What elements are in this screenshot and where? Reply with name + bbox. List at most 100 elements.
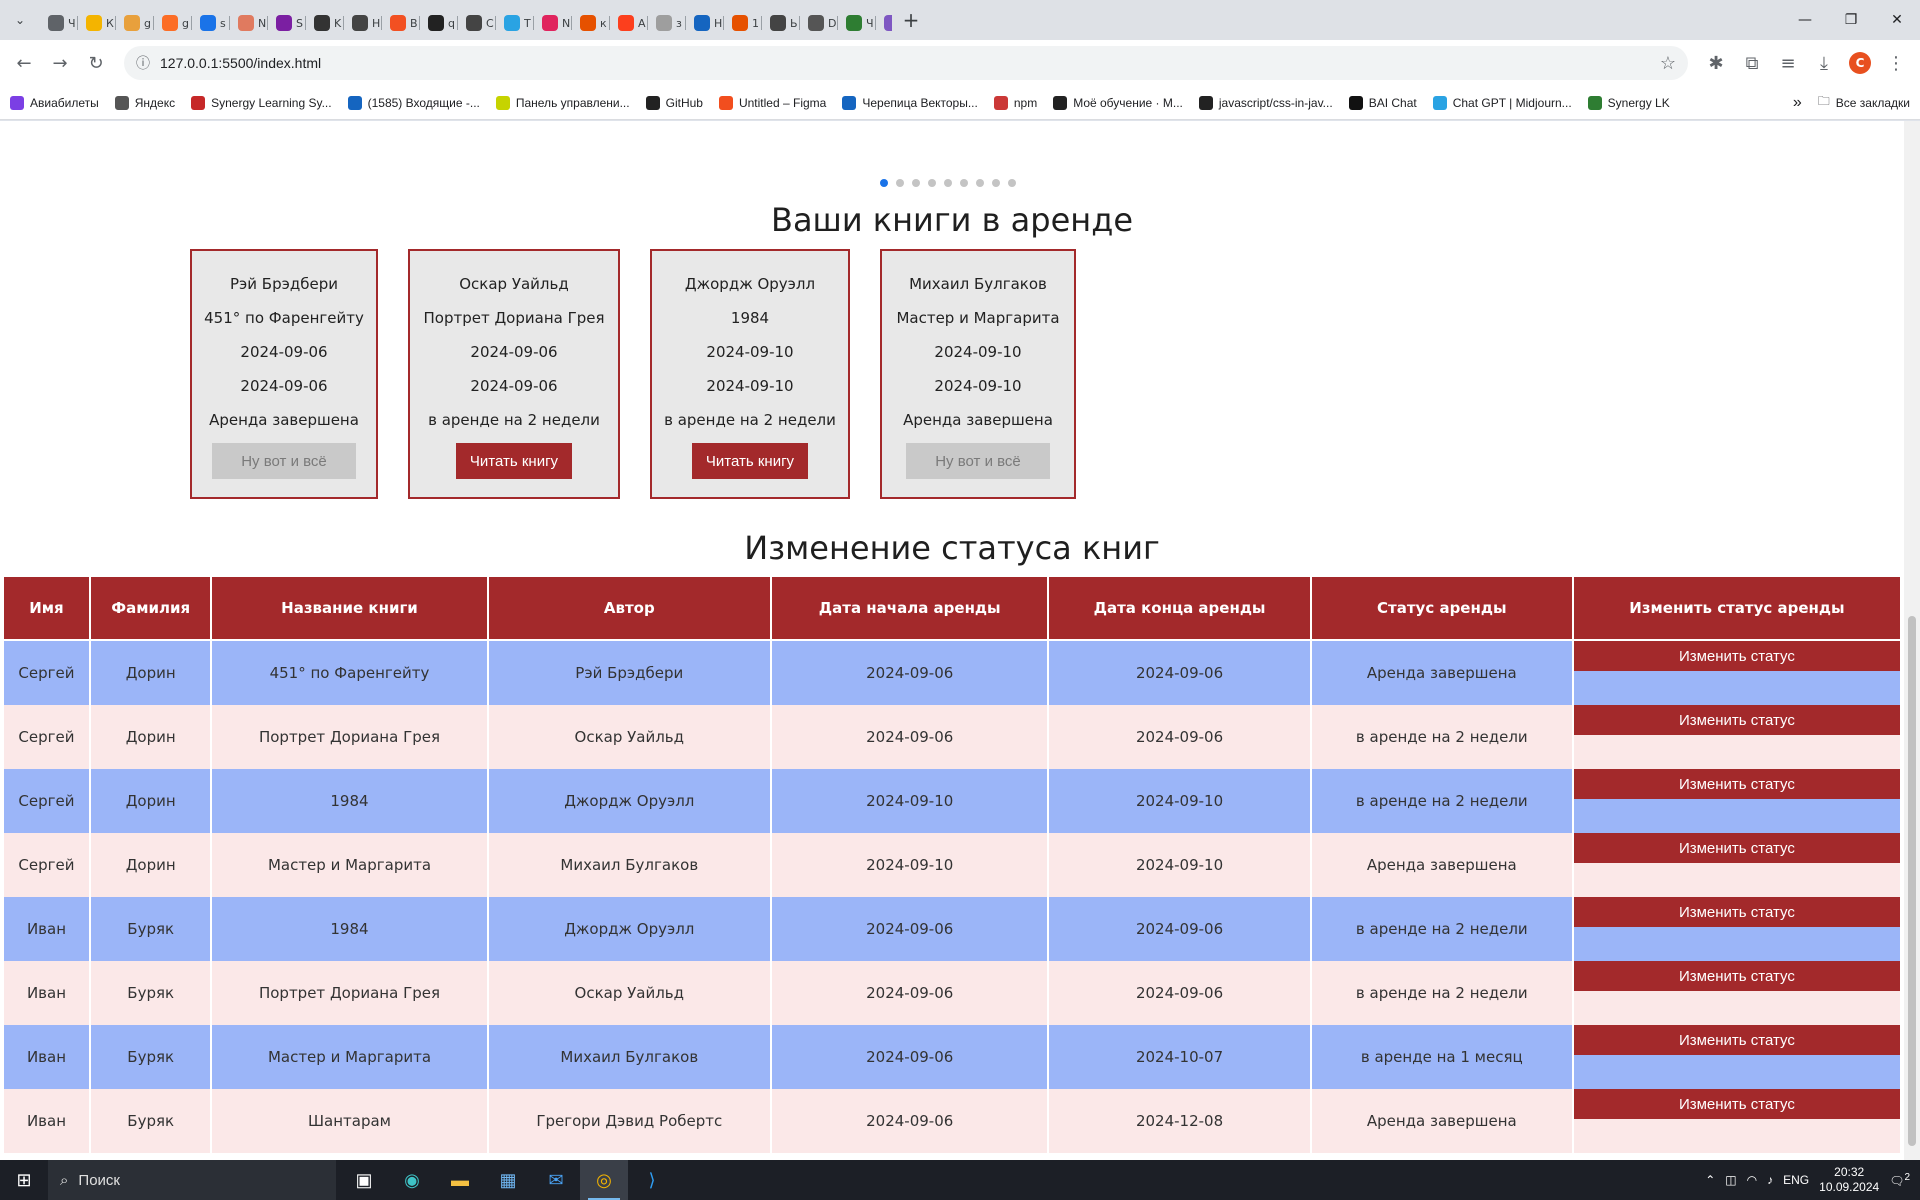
close-window-button[interactable]: ✕ [1874,0,1920,40]
bookmark-item[interactable]: javascript/css-in-jav... [1198,95,1333,110]
browser-tab[interactable]: s [192,8,230,38]
taskbar-apps: ▣ ◉ ▬ ▦ ✉ ◎ ⟩ [340,1160,676,1200]
browser-tab[interactable]: q [420,8,458,38]
browser-tab[interactable]: К [78,8,116,38]
vscode-icon[interactable]: ⟩ [628,1160,676,1200]
browser-tab[interactable]: Н [876,8,892,38]
carousel-dot[interactable] [944,179,952,187]
change-status-button[interactable]: Изменить статус [1573,833,1900,863]
change-status-button[interactable]: Изменить статус [1573,1089,1900,1119]
volume-icon[interactable]: ♪ [1767,1173,1773,1187]
browser-tab[interactable]: Н [686,8,724,38]
wifi-icon[interactable]: ◠ [1747,1173,1757,1187]
bookmark-item[interactable]: BAI Chat [1348,95,1417,110]
browser-tab[interactable]: Ь [762,8,800,38]
reload-button[interactable]: ↻ [80,47,112,79]
browser-tab[interactable]: N [534,8,572,38]
tab-search-chevron-icon[interactable]: ⌄ [0,0,40,40]
extensions-puzzle-icon[interactable]: ⧉ [1736,47,1768,79]
tab-title: Ч [68,16,76,30]
carousel-dot[interactable] [880,179,888,187]
bookmark-item[interactable]: Synergy Learning Sy... [191,95,332,110]
bookmark-star-icon[interactable]: ☆ [1660,53,1676,74]
bookmark-item[interactable]: Яндекс [114,95,175,110]
browser-tab[interactable]: S [268,8,306,38]
change-status-button[interactable]: Изменить статус [1573,641,1900,671]
clock[interactable]: 20:32 10.09.2024 [1819,1165,1879,1195]
all-bookmarks-button[interactable]: 🗀 Все закладки [1818,92,1910,113]
store-icon[interactable]: ▦ [484,1160,532,1200]
change-status-button[interactable]: Изменить статус [1573,961,1900,991]
bookmark-item[interactable]: Авиабилеты [10,95,99,110]
page-scrollbar[interactable] [1904,121,1920,1160]
chrome-icon[interactable]: ◎ [580,1160,628,1200]
table-cell: в аренде на 2 недели [1311,961,1572,1025]
rent-finished-button[interactable]: Ну вот и всё [212,443,356,479]
browser-menu-icon[interactable]: ⋮ [1880,47,1912,79]
change-status-button[interactable]: Изменить статус [1573,897,1900,927]
carousel-dot[interactable] [896,179,904,187]
read-book-button[interactable]: Читать книгу [455,443,573,479]
extension-bug-icon[interactable]: ✱ [1700,47,1732,79]
carousel-dot[interactable] [960,179,968,187]
bookmark-item[interactable]: Chat GPT | Midjourn... [1432,95,1572,110]
browser-tab[interactable]: к [572,8,610,38]
browser-tab[interactable]: Ч [838,8,876,38]
browser-tab[interactable]: g [116,8,154,38]
change-status-button[interactable]: Изменить статус [1573,769,1900,799]
start-button[interactable]: ⊞ [0,1160,48,1200]
bookmark-item[interactable]: Synergy LK [1587,95,1670,110]
browser-tab[interactable]: C [458,8,496,38]
notifications-icon[interactable]: 🗨2 [1889,1172,1910,1188]
bookmark-item[interactable]: Панель управлени... [495,95,630,110]
bookmark-item[interactable]: GitHub [645,95,703,110]
edge-icon[interactable]: ◉ [388,1160,436,1200]
browser-tab[interactable]: K [306,8,344,38]
more-bookmarks-button[interactable]: » [1793,94,1802,112]
read-book-button[interactable]: Читать книгу [691,443,809,479]
bookmark-item[interactable]: Untitled – Figma [718,95,826,110]
rent-finished-button[interactable]: Ну вот и всё [906,443,1050,479]
bookmark-item[interactable]: Черепица Векторы... [842,95,978,110]
change-status-button[interactable]: Изменить статус [1573,1025,1900,1055]
task-view-icon[interactable]: ▣ [340,1160,388,1200]
bookmark-item[interactable]: (1585) Входящие -... [347,95,480,110]
bookmark-item[interactable]: Моё обучение · М... [1053,95,1183,110]
carousel-dot[interactable] [992,179,1000,187]
browser-tab[interactable]: T [496,8,534,38]
browser-tab[interactable]: N [230,8,268,38]
table-cell: 2024-09-06 [772,705,1048,769]
camera-icon[interactable]: ◫ [1725,1173,1736,1187]
minimize-button[interactable]: — [1782,0,1828,40]
browser-tab[interactable]: 1 [724,8,762,38]
carousel-dot[interactable] [928,179,936,187]
site-info-icon[interactable]: ⓘ [136,53,150,73]
restore-button[interactable]: ❐ [1828,0,1874,40]
back-button[interactable]: ← [8,47,40,79]
carousel-dot[interactable] [912,179,920,187]
browser-tab[interactable]: з [648,8,686,38]
taskbar-search[interactable]: ⌕ Поиск [48,1160,336,1200]
browser-tab[interactable]: В [382,8,420,38]
new-tab-button[interactable]: + [892,0,930,40]
carousel-dot[interactable] [976,179,984,187]
bookmark-favicon-icon [1053,95,1068,110]
media-controls-icon[interactable]: ≡ [1772,47,1804,79]
carousel-dot[interactable] [1008,179,1016,187]
language-indicator[interactable]: ENG [1783,1173,1809,1187]
browser-tab[interactable]: А [610,8,648,38]
bookmark-item[interactable]: npm [993,95,1037,110]
profile-button[interactable]: С [1844,47,1876,79]
browser-tab[interactable]: D [800,8,838,38]
address-bar[interactable]: ⓘ 127.0.0.1:5500/index.html ☆ [124,46,1688,80]
browser-tab[interactable]: g [154,8,192,38]
forward-button[interactable]: → [44,47,76,79]
browser-tab[interactable]: Н [344,8,382,38]
downloads-icon[interactable]: ⤓ [1808,47,1840,79]
scrollbar-thumb[interactable] [1908,616,1916,1146]
file-explorer-icon[interactable]: ▬ [436,1160,484,1200]
mail-icon[interactable]: ✉ [532,1160,580,1200]
browser-tab[interactable]: Ч [40,8,78,38]
tray-chevron-icon[interactable]: ⌃ [1705,1173,1715,1187]
change-status-button[interactable]: Изменить статус [1573,705,1900,735]
